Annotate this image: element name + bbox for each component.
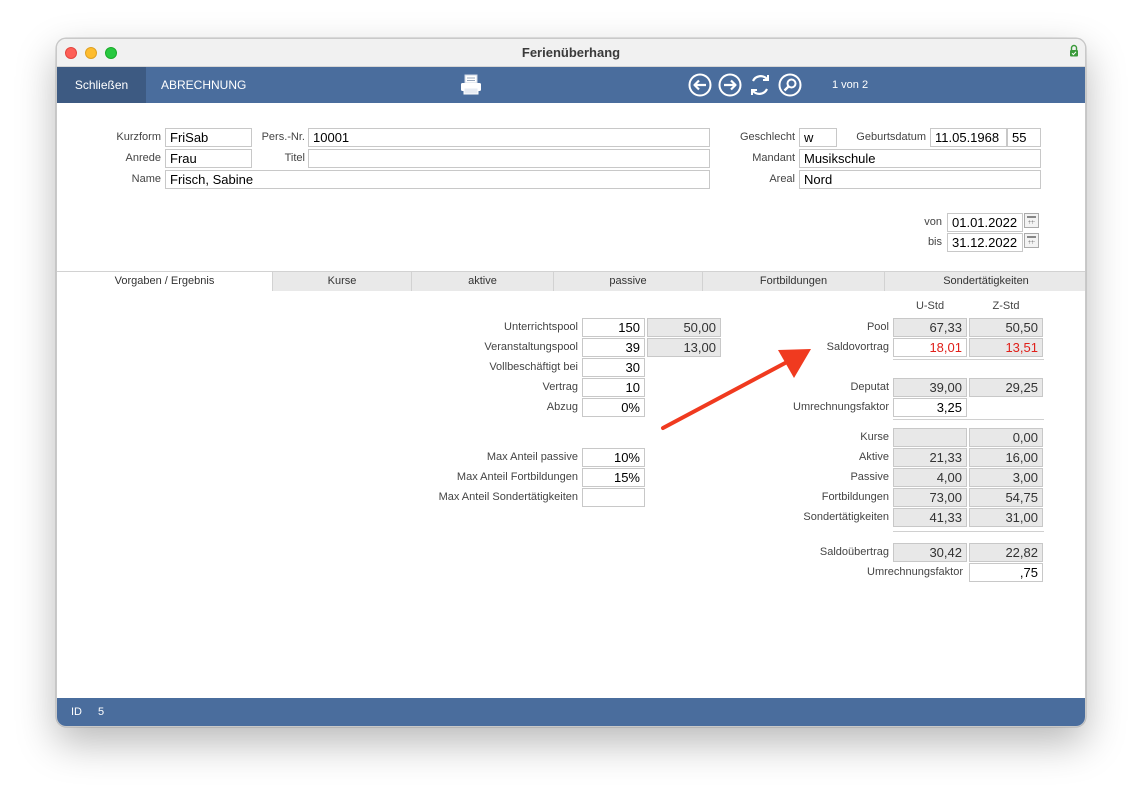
areal-field[interactable]: Nord bbox=[799, 170, 1041, 189]
saldouebertrag-label: Saldoübertrag bbox=[819, 546, 889, 558]
passive-u: 4,00 bbox=[893, 468, 967, 487]
abzug-label: Abzug bbox=[546, 401, 578, 413]
lock-icon bbox=[1070, 44, 1078, 57]
sondertaetigkeiten-label: Sondertätigkeiten bbox=[803, 511, 889, 523]
fortbildungen-z: 54,75 bbox=[969, 488, 1043, 507]
toolbar: Schließen ABRECHNUNG 1 von 2 bbox=[57, 67, 1085, 103]
id-value: 5 bbox=[98, 706, 105, 718]
arrow-left-icon[interactable] bbox=[688, 73, 712, 97]
divider bbox=[893, 419, 1044, 420]
kurzform-label: Kurzform bbox=[116, 131, 161, 143]
col-z-std: Z-Std bbox=[992, 300, 1020, 312]
anrede-label: Anrede bbox=[125, 152, 161, 164]
tab-kurse[interactable]: Kurse bbox=[272, 271, 411, 291]
passive-label: Passive bbox=[850, 471, 889, 483]
aktive-z: 16,00 bbox=[969, 448, 1043, 467]
max-sonder-field[interactable] bbox=[582, 488, 645, 507]
tab-vorgaben-ergebnis[interactable]: Vorgaben / Ergebnis bbox=[57, 271, 272, 292]
vertrag-field[interactable]: 10 bbox=[582, 378, 645, 397]
id-label: ID bbox=[71, 706, 82, 718]
name-field[interactable]: Frisch, Sabine bbox=[165, 170, 710, 189]
max-fortbildungen-field[interactable]: 15% bbox=[582, 468, 645, 487]
max-passive-label: Max Anteil passive bbox=[486, 451, 578, 463]
window: Ferienüberhang Schließen ABRECHNUNG 1 vo… bbox=[56, 38, 1086, 727]
status-bar: ID 5 bbox=[57, 698, 1085, 726]
aktive-u: 21,33 bbox=[893, 448, 967, 467]
saldovortrag-u[interactable]: 18,01 bbox=[893, 338, 967, 357]
calendar-icon[interactable] bbox=[1024, 213, 1039, 228]
geschlecht-label: Geschlecht bbox=[739, 131, 795, 143]
persnr-field[interactable]: 10001 bbox=[308, 128, 710, 147]
titel-field[interactable] bbox=[308, 149, 710, 168]
bis-field[interactable]: 31.12.2022 bbox=[947, 233, 1023, 252]
bis-label: bis bbox=[927, 236, 942, 248]
umrechnungsfaktor2-label: Umrechnungsfaktor bbox=[867, 566, 963, 578]
vertrag-label: Vertrag bbox=[542, 381, 578, 393]
tab-bar: Vorgaben / Ergebnis Kurse aktive passive… bbox=[57, 271, 1085, 292]
von-field[interactable]: 01.01.2022 bbox=[947, 213, 1023, 232]
sondertaetigkeiten-z: 31,00 bbox=[969, 508, 1043, 527]
deputat-u: 39,00 bbox=[893, 378, 967, 397]
abzug-field[interactable]: 0% bbox=[582, 398, 645, 417]
tab-aktive[interactable]: aktive bbox=[411, 271, 553, 291]
tab-fortbildungen[interactable]: Fortbildungen bbox=[702, 271, 884, 291]
refresh-icon[interactable] bbox=[748, 73, 772, 97]
passive-z: 3,00 bbox=[969, 468, 1043, 487]
sondertaetigkeiten-u: 41,33 bbox=[893, 508, 967, 527]
title-bar: Ferienüberhang bbox=[57, 39, 1085, 67]
aktive-label: Aktive bbox=[859, 451, 889, 463]
search-icon[interactable] bbox=[778, 73, 802, 97]
geburtsdatum-label: Geburtsdatum bbox=[856, 131, 926, 143]
abrechnung-button[interactable]: ABRECHNUNG bbox=[161, 67, 246, 103]
geschlecht-field[interactable]: w bbox=[799, 128, 837, 147]
mandant-label: Mandant bbox=[752, 152, 795, 164]
titel-label: Titel bbox=[284, 152, 305, 164]
calendar-icon[interactable] bbox=[1024, 233, 1039, 248]
max-fortbildungen-label: Max Anteil Fortbildungen bbox=[456, 471, 578, 483]
unterrichtspool-field[interactable]: 150 bbox=[582, 318, 645, 337]
geburtsdatum-field[interactable]: 11.05.1968 bbox=[930, 128, 1007, 147]
anrede-field[interactable]: Frau bbox=[165, 149, 252, 168]
mandant-field[interactable]: Musikschule bbox=[799, 149, 1041, 168]
divider bbox=[893, 359, 1044, 360]
von-label: von bbox=[924, 216, 942, 228]
umrechnungsfaktor-u[interactable]: 3,25 bbox=[893, 398, 967, 417]
divider bbox=[893, 531, 1044, 532]
record-count: 1 von 2 bbox=[832, 79, 869, 91]
persnr-label: Pers.-Nr. bbox=[261, 131, 305, 143]
saldouebertrag-z: 22,82 bbox=[969, 543, 1043, 562]
areal-label: Areal bbox=[769, 173, 795, 185]
window-title: Ferienüberhang bbox=[521, 45, 621, 60]
saldovortrag-z: 13,51 bbox=[969, 338, 1043, 357]
tab-passive[interactable]: passive bbox=[553, 271, 702, 291]
kurse-u bbox=[893, 428, 967, 447]
veranstaltungspool-field[interactable]: 39 bbox=[582, 338, 645, 357]
unterrichtspool-label: Unterrichtspool bbox=[504, 321, 578, 333]
arrow-right-icon[interactable] bbox=[718, 73, 742, 97]
name-label: Name bbox=[131, 173, 161, 185]
pool-z: 50,50 bbox=[969, 318, 1043, 337]
tab-sondertaetigkeiten[interactable]: Sondertätigkeiten bbox=[884, 271, 1085, 291]
close-button[interactable]: Schließen bbox=[57, 67, 146, 103]
pool-u: 67,33 bbox=[893, 318, 967, 337]
kurzform-field[interactable]: FriSab bbox=[165, 128, 252, 147]
deputat-z: 29,25 bbox=[969, 378, 1043, 397]
vollbeschaeftigt-label: Vollbeschäftigt bei bbox=[489, 361, 578, 373]
vollbeschaeftigt-field[interactable]: 30 bbox=[582, 358, 645, 377]
kurse-z: 0,00 bbox=[969, 428, 1043, 447]
veranstaltungspool-label: Veranstaltungspool bbox=[484, 341, 578, 353]
print-icon[interactable] bbox=[459, 74, 483, 96]
max-passive-field[interactable]: 10% bbox=[582, 448, 645, 467]
max-sonder-label: Max Anteil Sondertätigkeiten bbox=[438, 491, 578, 503]
age-field: 55 bbox=[1007, 128, 1041, 147]
umrechnungsfaktor2-z[interactable]: ,75 bbox=[969, 563, 1043, 582]
saldouebertrag-u: 30,42 bbox=[893, 543, 967, 562]
col-u-std: U-Std bbox=[915, 300, 945, 312]
annotation-arrow bbox=[661, 349, 811, 430]
fortbildungen-label: Fortbildungen bbox=[821, 491, 889, 503]
fortbildungen-u: 73,00 bbox=[893, 488, 967, 507]
